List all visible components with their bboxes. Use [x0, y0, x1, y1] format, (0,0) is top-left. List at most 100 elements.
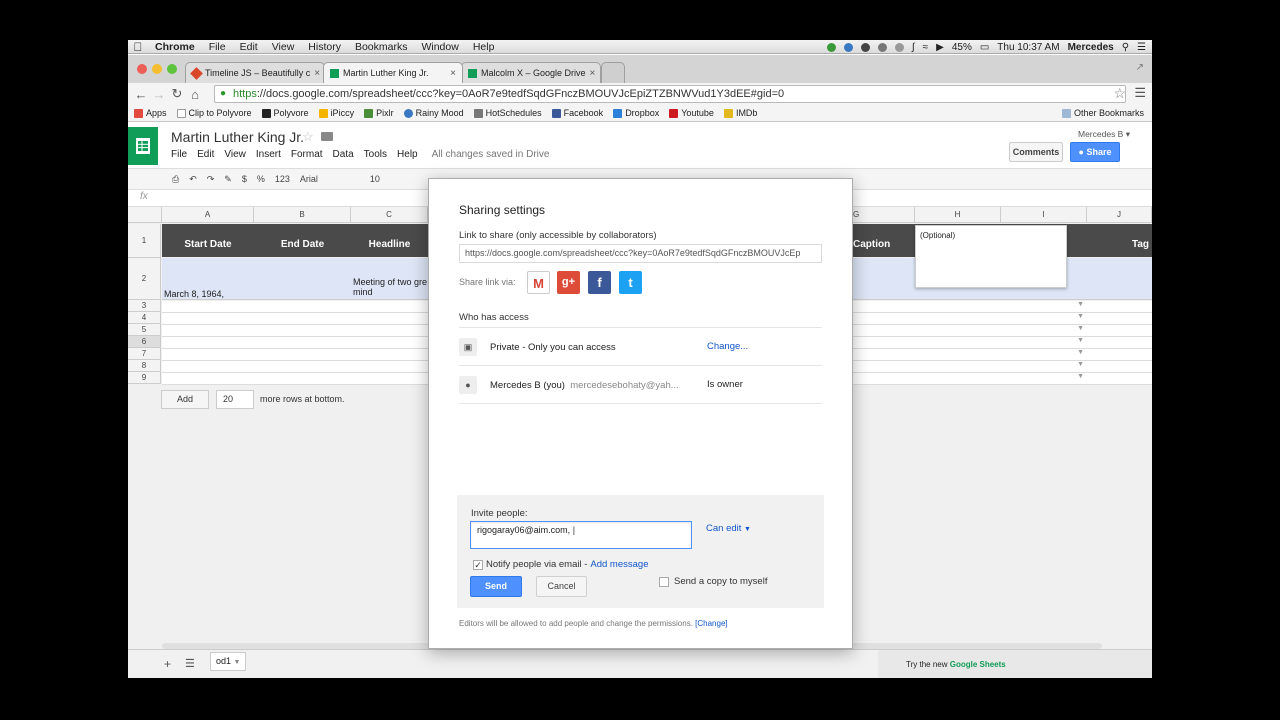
- back-icon[interactable]: ←: [132, 87, 150, 102]
- tab-timeline-js[interactable]: Timeline JS – Beautifully c ×: [185, 62, 325, 83]
- menubar-app-name[interactable]: Chrome: [148, 41, 202, 53]
- redo-icon[interactable]: ↷: [207, 174, 215, 185]
- row-header-5[interactable]: 5: [128, 324, 161, 336]
- forward-icon[interactable]: →: [150, 87, 168, 102]
- menubar-user[interactable]: Mercedes: [1068, 42, 1114, 53]
- column-header-c[interactable]: C: [351, 207, 428, 223]
- add-rows-button[interactable]: Add: [161, 390, 209, 409]
- dropdown-arrow-icon[interactable]: ▼: [1077, 361, 1084, 368]
- menu-data[interactable]: Data: [333, 149, 364, 160]
- share-link-input[interactable]: https://docs.google.com/spreadsheet/ccc?…: [459, 244, 822, 263]
- battery-icon[interactable]: ▭: [980, 42, 989, 53]
- header-cell-headline[interactable]: Headline: [351, 224, 428, 257]
- tab-close-icon[interactable]: ×: [314, 68, 320, 79]
- bluetooth-icon[interactable]: ∫: [912, 42, 915, 53]
- chevron-down-icon[interactable]: ▼: [234, 659, 241, 666]
- change-visibility-link[interactable]: Change...: [707, 341, 748, 352]
- bookmark-imdb[interactable]: IMDb: [723, 108, 757, 118]
- twitter-icon[interactable]: t: [619, 271, 642, 294]
- cancel-button[interactable]: Cancel: [536, 576, 587, 597]
- account-name[interactable]: Mercedes B ▾: [1078, 129, 1130, 140]
- menu-tools[interactable]: Tools: [364, 149, 397, 160]
- bookmark-ipiccy[interactable]: iPiccy: [318, 108, 354, 118]
- more-formats-button[interactable]: 123: [275, 174, 290, 184]
- wifi-icon[interactable]: ≈: [923, 42, 929, 53]
- fullscreen-icon[interactable]: ↗: [1136, 62, 1144, 73]
- invite-people-input[interactable]: rigogaray06@aim.com, |: [470, 521, 692, 549]
- column-header-g[interactable]: G: [853, 207, 915, 223]
- folder-icon[interactable]: [321, 132, 333, 141]
- column-header-a[interactable]: A: [162, 207, 254, 223]
- font-select[interactable]: Arial: [300, 174, 360, 184]
- share-button[interactable]: ● Share: [1070, 142, 1120, 162]
- cell-a2[interactable]: March 8, 1964,: [164, 289, 224, 299]
- menubar-edit[interactable]: Edit: [233, 41, 265, 53]
- send-button[interactable]: Send: [470, 576, 522, 597]
- undo-icon[interactable]: ↶: [189, 174, 197, 185]
- other-bookmarks[interactable]: Other Bookmarks: [1061, 108, 1144, 118]
- home-icon[interactable]: ⌂: [186, 87, 204, 102]
- header-cell-end-date[interactable]: End Date: [254, 224, 351, 257]
- notification-center-icon[interactable]: ☰: [1137, 42, 1146, 53]
- clock[interactable]: Thu 10:37 AM: [997, 42, 1059, 53]
- volume-icon[interactable]: ▶: [936, 42, 944, 53]
- dropdown-arrow-icon[interactable]: ▼: [1077, 313, 1084, 320]
- menubar-history[interactable]: History: [301, 41, 348, 53]
- menu-insert[interactable]: Insert: [256, 149, 291, 160]
- sheet-tab[interactable]: od1 ▼: [210, 652, 246, 671]
- bookmark-facebook[interactable]: Facebook: [551, 108, 603, 118]
- bookmark-star-icon[interactable]: ☆: [1113, 85, 1126, 102]
- bookmark-hotschedules[interactable]: HotSchedules: [473, 108, 542, 118]
- tab-close-icon[interactable]: ×: [450, 68, 456, 79]
- bookmark-youtube[interactable]: Youtube: [669, 108, 714, 118]
- corner-cell[interactable]: [128, 207, 162, 223]
- print-icon[interactable]: ⎙: [172, 174, 179, 185]
- battery-level[interactable]: 45%: [952, 42, 972, 53]
- gmail-icon[interactable]: M: [527, 271, 550, 294]
- menubar-bookmarks[interactable]: Bookmarks: [348, 41, 415, 53]
- chrome-menu-icon[interactable]: ☰: [1134, 85, 1146, 101]
- currency-format-button[interactable]: $: [242, 174, 247, 184]
- new-tab-button[interactable]: [601, 62, 625, 83]
- minimize-window-icon[interactable]: [152, 64, 162, 74]
- tab-martin-luther-king[interactable]: Martin Luther King Jr. ×: [323, 62, 463, 83]
- header-cell-tag[interactable]: Tag: [1087, 224, 1152, 257]
- header-cell-start-date[interactable]: Start Date: [162, 224, 254, 257]
- permission-dropdown[interactable]: Can edit ▼: [706, 523, 751, 534]
- dropdown-arrow-icon[interactable]: ▼: [1077, 349, 1084, 356]
- dropdown-arrow-icon[interactable]: ▼: [1077, 325, 1084, 332]
- sync-icon[interactable]: [843, 42, 853, 52]
- bookmark-rainy-mood[interactable]: Rainy Mood: [403, 108, 464, 118]
- apple-icon[interactable]: : [128, 40, 148, 54]
- row-header-1[interactable]: 1: [128, 224, 161, 258]
- menu-view[interactable]: View: [224, 149, 256, 160]
- send-copy-checkbox[interactable]: [659, 576, 669, 587]
- notify-checkbox[interactable]: ✓: [473, 559, 483, 570]
- column-header-b[interactable]: B: [254, 207, 351, 223]
- bookmark-pixlr[interactable]: Pixlr: [364, 108, 394, 118]
- menubar-view[interactable]: View: [265, 41, 302, 53]
- row-header-2[interactable]: 2: [128, 258, 161, 300]
- add-sheet-icon[interactable]: +: [164, 657, 171, 671]
- bookmark-dropbox[interactable]: Dropbox: [613, 108, 659, 118]
- menubar-help[interactable]: Help: [466, 41, 502, 53]
- facebook-icon[interactable]: f: [588, 271, 611, 294]
- row-header-7[interactable]: 7: [128, 348, 161, 360]
- spotlight-icon[interactable]: ⚲: [1122, 42, 1129, 53]
- comments-button[interactable]: Comments: [1009, 142, 1063, 162]
- menu-help[interactable]: Help: [397, 149, 428, 160]
- tab-close-icon[interactable]: ×: [590, 68, 596, 79]
- cell-c2[interactable]: Meeting of two gre mind: [353, 277, 427, 297]
- tab-malcolm-x[interactable]: Malcolm X – Google Drive ×: [461, 62, 601, 83]
- menubar-file[interactable]: File: [202, 41, 233, 53]
- paint-format-icon[interactable]: ✎: [224, 174, 232, 185]
- try-new-sheets-banner[interactable]: Try the new Google Sheets: [878, 650, 1152, 678]
- menubar-window[interactable]: Window: [414, 41, 465, 53]
- reload-icon[interactable]: ↻: [168, 86, 186, 102]
- header-cell-caption[interactable]: Caption: [853, 224, 915, 257]
- address-bar[interactable]: ● https://docs.google.com/spreadsheet/cc…: [214, 85, 1126, 103]
- star-icon[interactable]: ☆: [302, 129, 314, 145]
- bookmark-clip-to-polyvore[interactable]: Clip to Polyvore: [176, 108, 252, 118]
- row-header-8[interactable]: 8: [128, 360, 161, 372]
- download-icon[interactable]: [826, 42, 836, 52]
